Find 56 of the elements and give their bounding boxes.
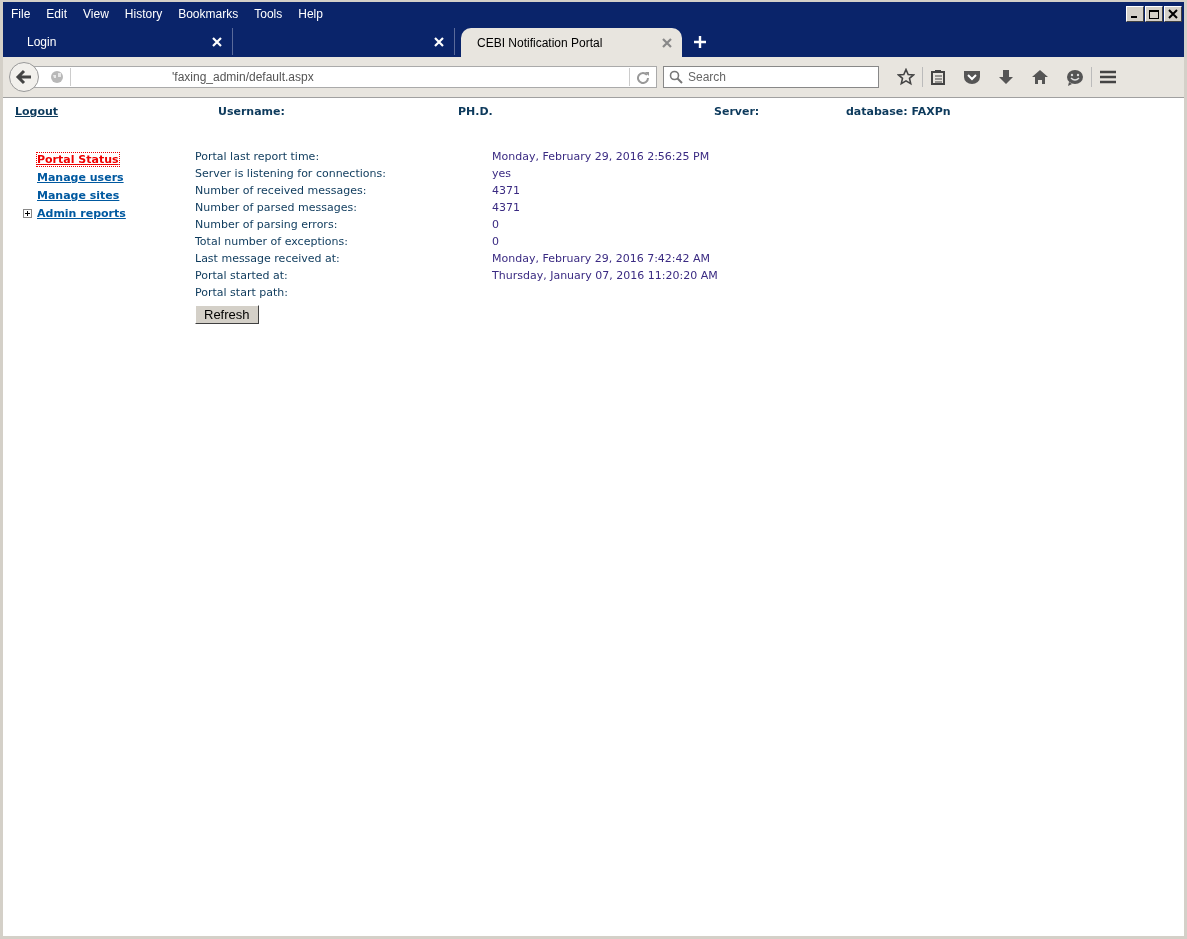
home-icon[interactable] — [1031, 69, 1049, 85]
status-value: 0 — [492, 218, 500, 233]
refresh-button[interactable]: Refresh — [195, 305, 259, 324]
close-button[interactable] — [1164, 6, 1182, 22]
back-button[interactable] — [9, 62, 39, 92]
minimize-icon — [1131, 16, 1137, 18]
browser-tab[interactable]: CEBI Notification Portal — [461, 28, 682, 57]
status-label: Number of received messages: — [195, 184, 368, 199]
menu-item[interactable]: History — [122, 7, 171, 21]
status-value: yes — [492, 167, 512, 182]
maximize-button[interactable] — [1145, 6, 1163, 22]
minimize-button[interactable] — [1126, 6, 1144, 22]
new-tab-icon[interactable] — [694, 36, 706, 48]
status-value: Thursday, January 07, 2016 11:20:20 AM — [492, 269, 718, 284]
globe-icon — [50, 70, 64, 84]
status-label: Server is listening for connections: — [195, 167, 387, 182]
sidebar-link[interactable]: Admin reports — [37, 206, 126, 220]
status-value: 4371 — [492, 201, 521, 216]
clipboard-icon[interactable] — [930, 69, 946, 85]
browser-tab[interactable]: Login — [11, 28, 233, 55]
status-value: Monday, February 29, 2016 7:42:42 AM — [492, 252, 712, 267]
star-icon[interactable] — [897, 68, 915, 86]
pocket-icon[interactable] — [963, 69, 981, 85]
menu-item[interactable]: Tools — [252, 7, 291, 21]
header-label: PH.D. — [458, 105, 494, 120]
status-value: 0 — [492, 235, 500, 250]
status-value: 4371 — [492, 184, 521, 199]
header-label: Username: — [218, 105, 286, 120]
status-label: Last message received at: — [195, 252, 341, 267]
smiley-icon[interactable] — [1066, 68, 1084, 86]
url-text: 'faxing_admin/default.aspx — [171, 70, 315, 84]
menu-item[interactable]: Help — [296, 7, 331, 21]
menu-item[interactable]: Bookmarks — [176, 7, 247, 21]
menu-icon[interactable] — [1099, 70, 1117, 84]
status-label: Portal start path: — [195, 286, 289, 301]
menu-item[interactable]: File — [9, 7, 39, 21]
close-icon — [1167, 9, 1179, 19]
status-label: Number of parsed messages: — [195, 201, 358, 216]
menu-item[interactable]: Edit — [44, 7, 76, 21]
status-label: Number of parsing errors: — [195, 218, 339, 233]
maximize-icon — [1148, 9, 1160, 19]
menu-item[interactable]: View — [81, 7, 117, 21]
status-label: Portal last report time: — [195, 150, 321, 165]
status-label: Total number of exceptions: — [195, 235, 349, 250]
status-value: Monday, February 29, 2016 2:56:25 PM — [492, 150, 711, 165]
header-label: database: FAXPn — [846, 105, 951, 120]
download-icon[interactable] — [998, 69, 1014, 85]
status-label: Portal started at: — [195, 269, 289, 284]
reload-icon[interactable] — [636, 70, 650, 84]
back-arrow-icon — [15, 69, 33, 85]
sidebar-link[interactable]: Manage users — [37, 170, 124, 184]
sidebar-link[interactable]: Manage sites — [37, 188, 120, 202]
search-field[interactable]: Search — [663, 66, 879, 88]
header-label: Server: — [714, 105, 761, 120]
sidebar-link[interactable]: Portal Status — [37, 152, 119, 166]
logout-link[interactable]: Logout — [15, 105, 218, 120]
